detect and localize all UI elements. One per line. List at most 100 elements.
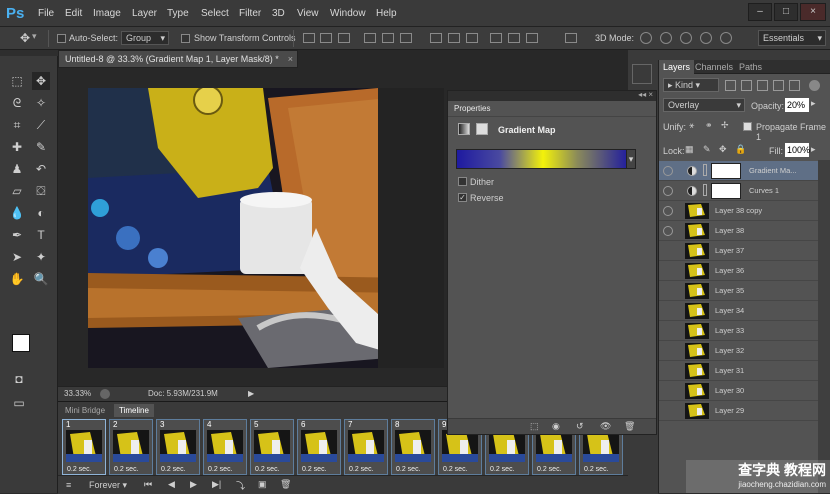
align-icon[interactable] — [364, 33, 376, 43]
document-tab[interactable]: Untitled-8 @ 33.3% (Gradient Map 1, Laye… — [58, 50, 298, 68]
history-brush-tool-icon[interactable]: ↶ — [32, 160, 50, 178]
gradient-preview[interactable] — [456, 149, 630, 169]
align-icon[interactable] — [338, 33, 350, 43]
play-icon[interactable]: ▶ — [190, 479, 197, 490]
show-transform-checkbox[interactable] — [181, 34, 190, 43]
layer-name[interactable]: Layer 35 — [715, 281, 744, 301]
align-icon[interactable] — [400, 33, 412, 43]
timeline-frame[interactable]: 8 0.2 sec. — [391, 419, 435, 475]
layer-row[interactable]: Layer 38 — [659, 221, 819, 241]
auto-select-dropdown[interactable]: Group ▾ — [121, 31, 169, 45]
menu-filter[interactable]: Filter — [239, 0, 261, 27]
auto-select-checkbox[interactable] — [57, 34, 66, 43]
layer-row[interactable]: Layer 33 — [659, 321, 819, 341]
align-icon[interactable] — [565, 33, 577, 43]
frame-delay[interactable]: 0.2 sec. — [114, 466, 139, 473]
eye-icon[interactable] — [663, 346, 673, 356]
layer-name[interactable]: Gradient Ma... — [749, 161, 797, 181]
canvas-image[interactable] — [88, 88, 444, 368]
delete-adjustment-icon[interactable]: 🗑 — [624, 421, 635, 432]
opacity-field[interactable]: 20% — [785, 98, 809, 112]
crop-tool-icon[interactable]: ⌗ — [8, 116, 26, 134]
eye-icon[interactable] — [663, 206, 673, 216]
tab-paths[interactable]: Paths — [739, 60, 762, 74]
timeline-frame[interactable]: 1 0.2 sec. — [62, 419, 106, 475]
layer-row[interactable]: Curves 1 — [659, 181, 819, 201]
dither-checkbox[interactable] — [458, 177, 467, 186]
eye-icon[interactable] — [663, 186, 673, 196]
healing-brush-tool-icon[interactable]: ✚ — [8, 138, 26, 156]
brush-tool-icon[interactable]: ✎ — [32, 138, 50, 156]
frame-delay[interactable]: 0.2 sec. — [490, 466, 515, 473]
zoom-level[interactable]: 33.33% — [64, 387, 91, 401]
eye-icon[interactable] — [663, 366, 673, 376]
move-tool-icon[interactable]: ✥ — [32, 72, 50, 90]
next-frame-icon[interactable]: ▶| — [212, 479, 221, 490]
menu-3d[interactable]: 3D — [272, 0, 285, 27]
layer-filter-icon[interactable] — [725, 80, 736, 91]
prev-frame-icon[interactable]: ◀ — [168, 479, 175, 490]
eraser-tool-icon[interactable]: ▱ — [8, 182, 26, 200]
lasso-tool-icon[interactable]: ᘓ — [8, 94, 26, 112]
layer-filter-icon[interactable] — [741, 80, 752, 91]
marquee-tool-icon[interactable]: ⬚ — [8, 72, 26, 90]
eye-icon[interactable] — [663, 326, 673, 336]
align-icon[interactable] — [303, 33, 315, 43]
layer-row[interactable]: Layer 38 copy — [659, 201, 819, 221]
close-icon[interactable]: × — [288, 51, 293, 67]
blend-mode-dropdown[interactable]: Overlay ▾ — [663, 98, 745, 112]
unify-position-icon[interactable]: ⚹ — [689, 120, 694, 131]
layer-name[interactable]: Layer 38 copy — [715, 201, 762, 221]
3d-mode-icon[interactable] — [660, 32, 672, 44]
timeline-frame[interactable]: 3 0.2 sec. — [156, 419, 200, 475]
reset-icon[interactable]: ↺ — [576, 421, 584, 432]
timeline-frame[interactable]: 2 0.2 sec. — [109, 419, 153, 475]
layer-name[interactable]: Layer 30 — [715, 381, 744, 401]
view-previous-icon[interactable]: ◉ — [552, 421, 560, 432]
align-icon[interactable] — [508, 33, 520, 43]
layer-name[interactable]: Layer 32 — [715, 341, 744, 361]
frame-delay[interactable]: 0.2 sec. — [443, 466, 468, 473]
type-tool-icon[interactable]: T — [32, 226, 50, 244]
eye-icon[interactable] — [663, 386, 673, 396]
menu-select[interactable]: Select — [201, 0, 229, 27]
zoom-tool-icon[interactable]: 🔍 — [32, 270, 50, 288]
tab-mini-bridge[interactable]: Mini Bridge — [60, 404, 110, 417]
mask-icon[interactable] — [476, 123, 488, 135]
layer-row[interactable]: Layer 34 — [659, 301, 819, 321]
menu-help[interactable]: Help — [376, 0, 397, 27]
frame-delay[interactable]: 0.2 sec. — [208, 466, 233, 473]
layer-row[interactable]: Layer 31 — [659, 361, 819, 381]
layer-filter-icon[interactable] — [789, 80, 800, 91]
eye-icon[interactable] — [663, 166, 673, 176]
frame-delay[interactable]: 0.2 sec. — [67, 466, 92, 473]
gradient-dropdown-arrow[interactable]: ▾ — [626, 149, 636, 169]
blur-tool-icon[interactable]: 💧 — [8, 204, 26, 222]
foreground-color-swatch[interactable] — [12, 334, 30, 352]
menu-edit[interactable]: Edit — [65, 0, 82, 27]
layer-row[interactable]: Layer 36 — [659, 261, 819, 281]
unify-visibility-icon[interactable]: ⚭ — [705, 120, 713, 131]
menu-image[interactable]: Image — [93, 0, 121, 27]
shape-tool-icon[interactable]: ✦ — [32, 248, 50, 266]
layer-name[interactable]: Layer 29 — [715, 401, 744, 421]
magic-wand-tool-icon[interactable]: ✧ — [32, 94, 50, 112]
menu-type[interactable]: Type — [167, 0, 189, 27]
filter-toggle-icon[interactable] — [809, 80, 820, 91]
lock-pixels-icon[interactable]: ✎ — [703, 144, 711, 155]
frame-delay[interactable]: 0.2 sec. — [349, 466, 374, 473]
clip-to-layer-icon[interactable]: ⬚ — [530, 421, 539, 432]
reverse-checkbox[interactable]: ✓ — [458, 193, 467, 202]
3d-mode-icon[interactable] — [680, 32, 692, 44]
frame-delay[interactable]: 0.2 sec. — [302, 466, 327, 473]
align-icon[interactable] — [490, 33, 502, 43]
layer-name[interactable]: Layer 31 — [715, 361, 744, 381]
frame-delay[interactable]: 0.2 sec. — [161, 466, 186, 473]
eye-icon[interactable] — [663, 226, 673, 236]
pen-tool-icon[interactable]: ✒ — [8, 226, 26, 244]
layer-name[interactable]: Layer 36 — [715, 261, 744, 281]
timeline-frame[interactable]: 5 0.2 sec. — [250, 419, 294, 475]
maximize-button[interactable]: □ — [774, 3, 798, 21]
frame-delay[interactable]: 0.2 sec. — [396, 466, 421, 473]
status-arrow-icon[interactable]: ▶ — [248, 387, 254, 401]
